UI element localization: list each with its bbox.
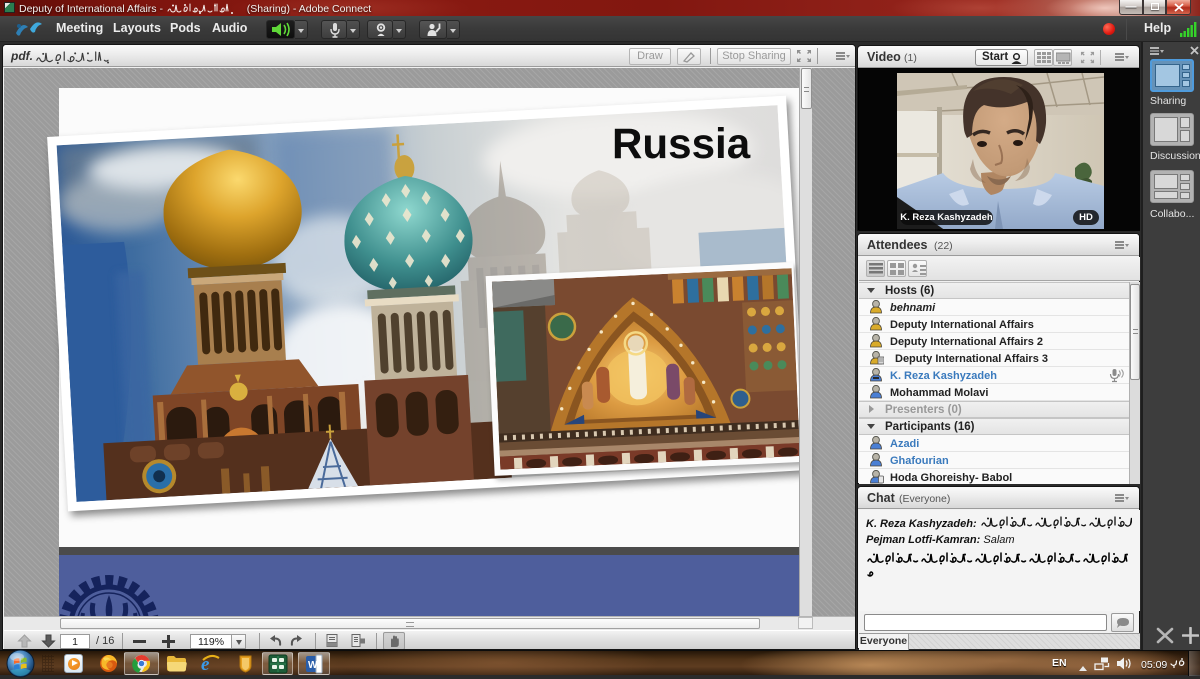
svg-text:W: W: [308, 660, 318, 671]
